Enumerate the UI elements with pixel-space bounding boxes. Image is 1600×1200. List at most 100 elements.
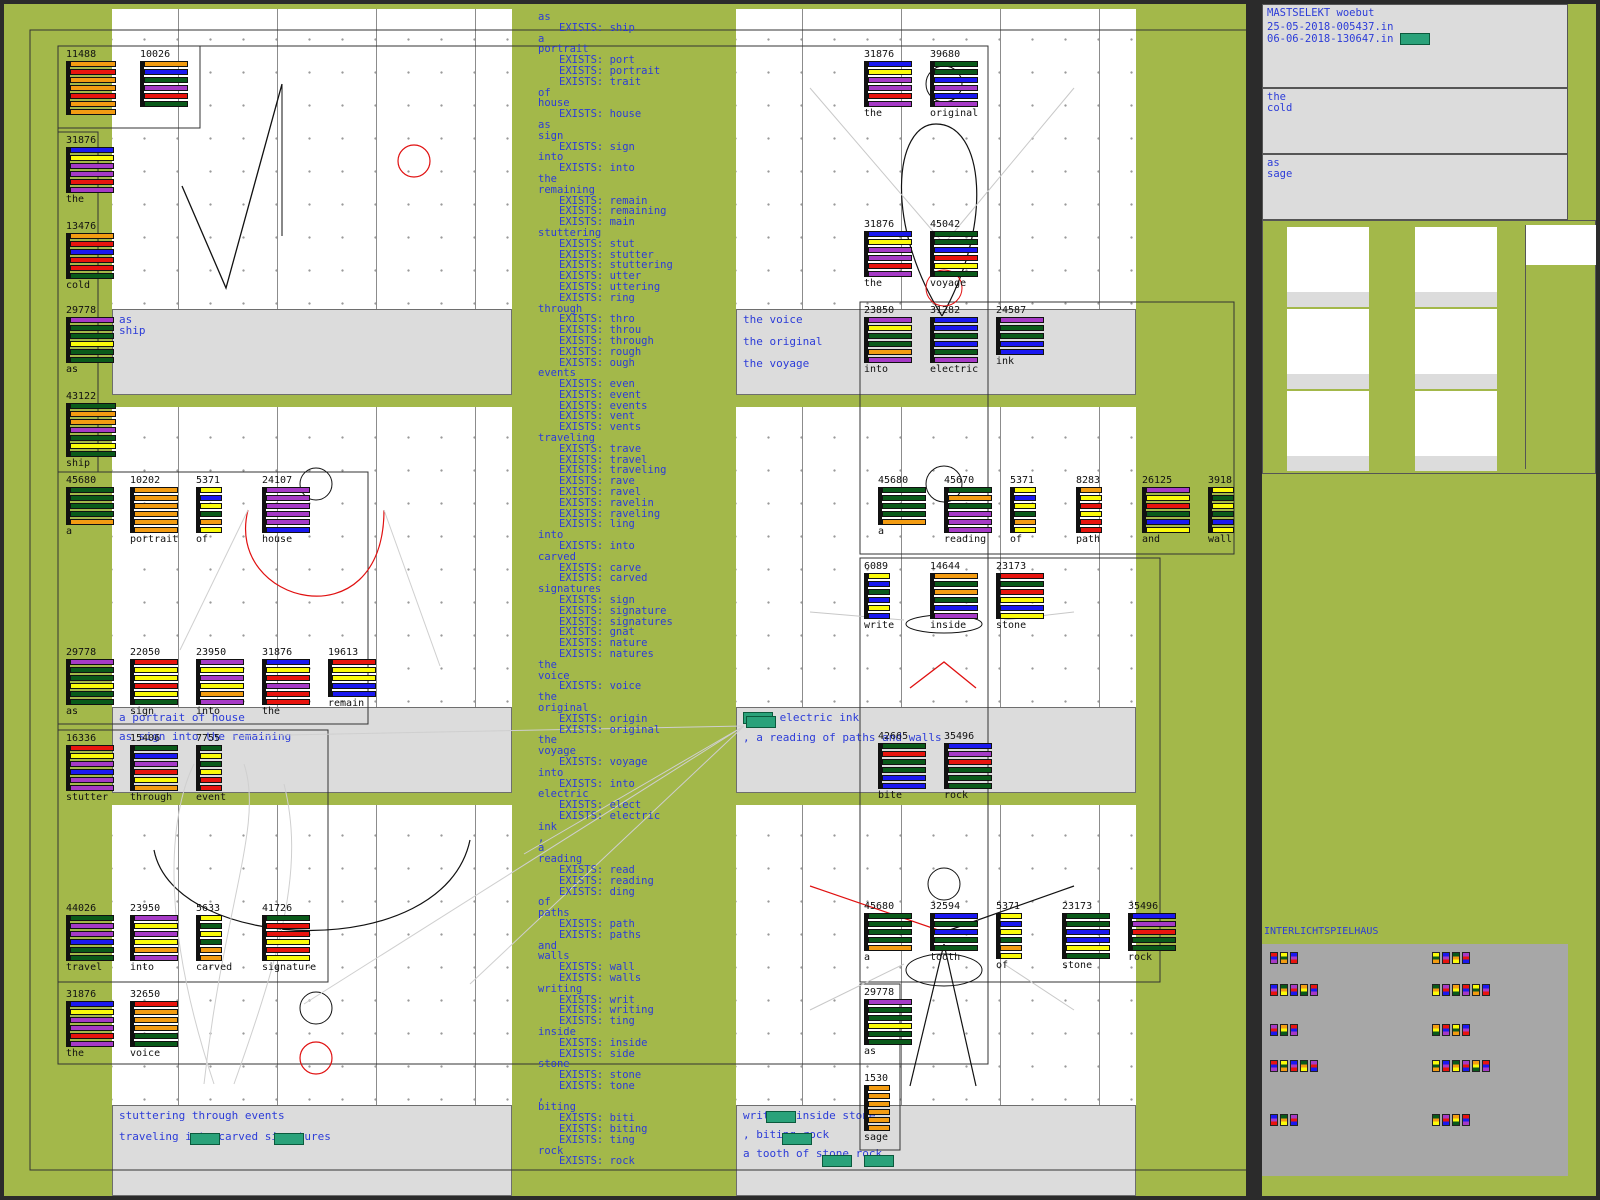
bar-word[interactable]: 5371 of [996,902,1022,971]
word-count: 7755 [196,733,221,744]
bar-word[interactable]: 24587 ink [996,306,1044,367]
selection-header[interactable]: MASTSELEKT woebut 25-05-2018-005437.in 0… [1262,4,1568,88]
color-bar [882,503,926,509]
bar-word[interactable]: 24107 house [262,476,310,545]
bar-word[interactable]: 5371 of [196,476,222,545]
exists-entry: EXISTS: trait [559,75,642,88]
minimap-glyph [1280,1060,1288,1072]
bar-word[interactable]: 15406 through [130,734,178,803]
bar-word[interactable]: 31876 the [66,990,114,1059]
thumbnail[interactable] [1287,391,1369,471]
bar-word[interactable]: 35496 rock [944,732,992,801]
phrase-box[interactable]: as sage [1262,154,1568,220]
thumbnail[interactable] [1287,309,1369,389]
bar-word[interactable]: 41726 signature [262,904,316,973]
bar-word[interactable]: 13476 cold [66,222,114,291]
bar-word[interactable]: 31876 the [262,648,310,717]
color-bar [70,257,114,263]
bar-word[interactable]: 45670 reading [944,476,992,545]
color-bar [948,519,992,525]
bar-word[interactable]: 31876 the [864,220,912,289]
bar-word[interactable]: 7755 event [196,734,226,803]
color-bar [200,503,222,509]
minimap-area[interactable] [1262,944,1568,1176]
color-bar [70,675,114,681]
color-bar [200,769,222,775]
bar-word[interactable]: 42665 bite [878,732,926,801]
bar-word[interactable]: 16336 stutter [66,734,114,803]
canvas-area[interactable]: as ship a portrait of house as sign into… [4,4,1246,1196]
color-bar [200,753,222,759]
minimap-glyph [1442,1060,1450,1072]
bar-word[interactable]: 10026 [140,50,188,109]
bar-word[interactable]: 1530 sage [864,1074,890,1143]
word-label: a [864,952,871,963]
scroll-strip[interactable] [1525,225,1596,469]
bar-word[interactable]: 29778 as [66,648,114,717]
bar-word[interactable]: 31876 the [66,136,114,205]
bar-word[interactable]: 19613 remain [328,648,376,709]
word-exists-list: as EXISTS: ship a portrait EXISTS: port EXIST… [538,12,673,1167]
color-bar [934,357,978,363]
bar-word[interactable]: 45680 a [66,476,114,537]
color-bar [868,101,912,107]
bar-word[interactable]: 23950 into [196,648,244,717]
minimap-glyph [1452,1060,1460,1072]
color-bar [1000,953,1022,959]
thumbnail[interactable] [1415,309,1497,389]
bar-word[interactable]: 45042 voyage [930,220,978,289]
edge [943,943,977,1087]
thumbnail[interactable] [1415,391,1497,471]
bar-word[interactable]: 32594 tooth [930,902,978,963]
bar-word[interactable]: 23950 into [130,904,178,973]
bar-word[interactable]: 11488 [66,50,116,117]
minimap-glyph [1290,1024,1298,1036]
bar-word[interactable]: 26125 and [1142,476,1190,545]
exists-entry: EXISTS: signature [559,604,667,617]
bar-word[interactable]: 45680 a [864,902,912,963]
thumbnail[interactable] [1287,227,1369,307]
exists-entry: EXISTS: ship [559,21,635,34]
minimap-cluster [1270,1024,1298,1036]
exists-entry: EXISTS: paths [559,928,642,941]
word-label: the [864,278,883,289]
bar-word[interactable]: 35496 rock [1128,902,1176,963]
file-entry[interactable]: 06-06-2018-130647.in [1267,33,1563,45]
bar-word[interactable]: 22050 sign [130,648,178,717]
bar-word[interactable]: 10202 portrait [130,476,178,545]
phrase-line: cold [1267,102,1293,114]
color-bar [266,495,310,501]
color-bar [1080,511,1102,517]
color-bar [134,1041,178,1047]
color-bar [266,503,310,509]
bar-word[interactable]: 43122 ship [66,392,116,469]
word-label: stutter [66,792,109,803]
bar-word[interactable]: 23850 into [864,306,912,375]
bar-word[interactable]: 6089 write [864,562,894,631]
minimap-glyph [1482,984,1490,996]
bar-word[interactable]: 8283 path [1076,476,1102,545]
bar-word[interactable]: 14644 inside [930,562,978,631]
bar-word[interactable]: 5371 of [1010,476,1036,545]
bar-word[interactable]: 23173 stone [996,562,1044,631]
color-bar [882,487,926,493]
bar-word[interactable]: 5633 carved [196,904,232,973]
bar-word[interactable]: 39680 original [930,50,978,119]
thumbnail[interactable] [1415,227,1497,307]
bar-word[interactable]: 29778 as [864,988,912,1057]
bar-word[interactable]: 45680 a [878,476,926,537]
bar-word[interactable]: 23173 stone [1062,902,1110,971]
color-bar [868,581,890,587]
bar-word[interactable]: 31282 electric [930,306,978,375]
bar-word[interactable]: 44026 travel [66,904,114,973]
file-entry[interactable]: 25-05-2018-005437.in [1267,22,1563,33]
color-bar [134,915,178,921]
bar-word[interactable]: 29778 as [66,306,114,375]
minimap-glyph [1462,1114,1470,1126]
phrase-box[interactable]: the cold [1262,88,1568,154]
color-bar [934,597,978,603]
highlight-marker [864,1155,894,1167]
bar-word[interactable]: 32650 voice [130,990,178,1059]
bar-word[interactable]: 3918 wall [1208,476,1234,545]
bar-word[interactable]: 31876 the [864,50,912,119]
